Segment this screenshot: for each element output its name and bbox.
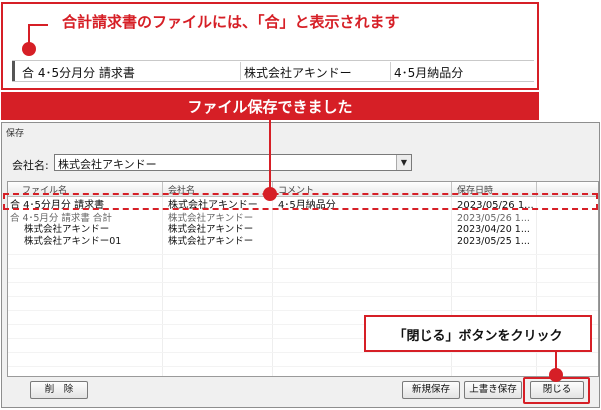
- saved-at-cell: 2023/05/25 1...: [457, 236, 530, 247]
- row-marker-dot: [263, 187, 277, 201]
- grid-line: [8, 366, 598, 367]
- success-banner: ファイル保存できました: [1, 92, 539, 120]
- new-save-button[interactable]: 新規保存: [402, 381, 460, 399]
- delete-button[interactable]: 削 除: [30, 381, 88, 399]
- zoomed-comment: 4･5月納品分: [394, 66, 464, 80]
- dialog-title: 保存: [6, 129, 25, 139]
- file-name-cell: 株式会社アキンドー: [24, 224, 110, 235]
- chevron-down-icon[interactable]: ▼: [396, 155, 411, 170]
- close-callout-text: 「閉じる」ボタンをクリック: [393, 329, 563, 344]
- banner-connector: [269, 120, 271, 190]
- saved-at-cell: 2023/04/20 1...: [457, 224, 530, 235]
- overwrite-save-button[interactable]: 上書き保存: [464, 381, 522, 399]
- success-banner-text: ファイル保存できました: [187, 98, 353, 116]
- grid-line: [8, 268, 598, 269]
- note-connector: [28, 24, 48, 26]
- grid-line: [8, 296, 598, 297]
- grid-line: [8, 282, 598, 283]
- company-cell: 株式会社アキンドー: [168, 224, 254, 235]
- table-row[interactable]: 株式会社アキンドー 株式会社アキンドー 2023/04/20 1...: [8, 224, 598, 236]
- save-dialog: 保存 会社名: 株式会社アキンドー ▼ ファイル名 会社名 コメント 保存日時: [1, 122, 600, 408]
- zoomed-file-row: 合 4･5分月分 請求書 株式会社アキンドー 4･5月納品分: [12, 60, 534, 82]
- company-label: 会社名:: [12, 159, 49, 172]
- grid-line: [8, 310, 598, 311]
- close-marker-dot: [549, 368, 563, 382]
- grid-line: [8, 254, 598, 255]
- grid-line: [8, 352, 598, 353]
- top-callout-note: 合計請求書のファイルには、「合」と表示されます: [62, 13, 400, 31]
- zoomed-file-name: 合 4･5分月分 請求書: [22, 66, 135, 80]
- row-marker: [12, 61, 15, 81]
- column-divider: [390, 62, 391, 80]
- note-marker-dot: [22, 42, 36, 56]
- company-select-value: 株式会社アキンドー: [58, 158, 157, 171]
- column-divider: [240, 62, 241, 80]
- close-callout: 「閉じる」ボタンをクリック: [364, 315, 592, 352]
- company-cell: 株式会社アキンドー: [168, 236, 254, 247]
- saved-row-highlight: [3, 193, 598, 210]
- zoomed-company: 株式会社アキンドー: [244, 66, 352, 80]
- company-select[interactable]: 株式会社アキンドー ▼: [54, 154, 412, 171]
- table-row[interactable]: 株式会社アキンドー01 株式会社アキンドー 2023/05/25 1...: [8, 236, 598, 248]
- file-name-cell: 株式会社アキンドー01: [24, 236, 122, 247]
